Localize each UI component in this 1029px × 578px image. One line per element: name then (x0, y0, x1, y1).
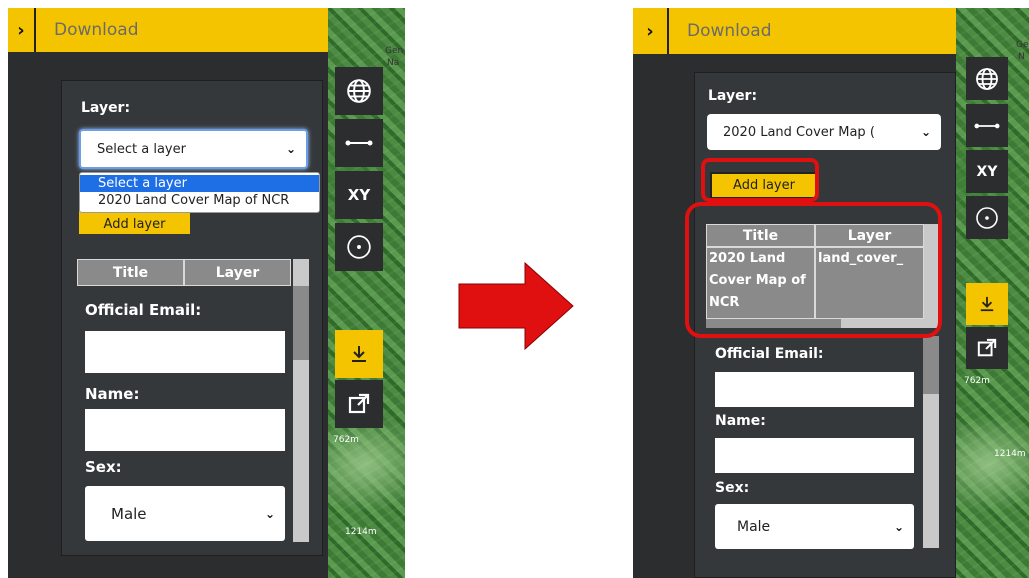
add-layer-label: Add layer (103, 217, 166, 232)
dropdown-option-land-cover[interactable]: 2020 Land Cover Map of NCR (80, 192, 319, 209)
sex-select[interactable]: Male ⌄ (85, 486, 285, 541)
layer-dropdown-list[interactable]: Select a layer 2020 Land Cover Map of NC… (79, 172, 320, 213)
name-field[interactable] (715, 438, 914, 473)
map-label-elevation: 762m (964, 376, 990, 386)
email-label: Official Email: (85, 301, 202, 319)
locate-icon (976, 206, 998, 229)
xy-icon: XY (976, 163, 998, 180)
email-field[interactable] (85, 331, 285, 373)
table-header-title: Title (77, 259, 184, 286)
locate-icon (347, 235, 371, 259)
sex-select[interactable]: Male ⌄ (715, 504, 914, 549)
add-layer-highlight (701, 158, 819, 202)
measure-button[interactable] (335, 119, 383, 167)
layer-label: Layer: (81, 100, 131, 116)
scrollbar-thumb[interactable] (293, 286, 309, 360)
measure-button[interactable] (966, 104, 1008, 147)
measure-icon (345, 140, 373, 146)
download-icon (352, 346, 366, 362)
globe-button[interactable] (335, 67, 383, 115)
globe-icon (347, 79, 371, 103)
form-scrollbar[interactable] (923, 336, 939, 548)
scrollbar-thumb[interactable] (923, 336, 939, 394)
chevron-right-icon: › (17, 19, 25, 41)
name-field[interactable] (85, 409, 285, 451)
download-header: Download (36, 8, 328, 52)
measure-icon (974, 123, 1000, 128)
chevron-down-icon: ⌄ (920, 125, 931, 139)
globe-button[interactable] (966, 57, 1008, 100)
locate-button[interactable] (335, 223, 383, 271)
layer-select-value: 2020 Land Cover Map ( (723, 124, 875, 140)
sex-label: Sex: (715, 480, 750, 496)
open-external-icon (348, 393, 370, 414)
chevron-down-icon: ⌄ (285, 142, 296, 156)
table-header-layer: Layer (184, 259, 291, 286)
map-label-gen: Gen (1016, 40, 1029, 50)
panel-title: Download (54, 20, 139, 40)
chevron-right-icon: › (646, 20, 654, 42)
download-button[interactable] (335, 330, 383, 378)
locate-button[interactable] (966, 196, 1008, 239)
map-label-gen: Gen (385, 46, 404, 56)
xy-icon: XY (347, 186, 371, 204)
open-external-button[interactable] (335, 380, 383, 428)
layer-label: Layer: (708, 88, 758, 104)
layers-table-header: Title Layer (77, 259, 291, 286)
layer-select[interactable]: 2020 Land Cover Map ( ⌄ (707, 114, 941, 150)
layer-select-value: Select a layer (97, 141, 186, 157)
email-label: Official Email: (715, 346, 824, 362)
xy-coordinate-button[interactable]: XY (335, 171, 383, 219)
layers-table-highlight (685, 202, 942, 338)
transition-arrow-icon (458, 261, 574, 351)
map-label-elevation: 1214m (994, 449, 1026, 459)
form-scrollbar[interactable] (293, 259, 309, 542)
layer-select[interactable]: Select a layer ⌄ (79, 129, 308, 169)
map-label-na: N (1018, 52, 1025, 62)
globe-icon (976, 67, 998, 90)
collapse-toggle-button[interactable]: › (8, 8, 36, 52)
before-screenshot: Gen Na 762m 1214m o › Download Layer: Se… (8, 8, 405, 578)
panel-title: Download (687, 21, 772, 41)
name-label: Name: (715, 413, 766, 429)
sex-label: Sex: (85, 458, 122, 476)
sex-select-value: Male (737, 518, 771, 535)
download-button[interactable] (966, 283, 1008, 325)
xy-coordinate-button[interactable]: XY (966, 150, 1008, 193)
map-label-na: Na (387, 58, 400, 68)
map-label-elevation: 762m (333, 435, 359, 445)
open-external-button[interactable] (966, 327, 1008, 369)
map-label-elevation: 1214m (345, 527, 377, 537)
chevron-down-icon: ⌄ (264, 506, 275, 521)
download-header: Download (669, 8, 956, 54)
after-screenshot: Gen N 762m 1214m lo › Download Layer: 20… (633, 8, 1029, 578)
sex-select-value: Male (111, 504, 147, 523)
collapse-toggle-button[interactable]: › (633, 8, 669, 54)
download-icon (980, 296, 994, 312)
dropdown-option-select-layer[interactable]: Select a layer (80, 175, 319, 192)
email-field[interactable] (715, 372, 914, 407)
name-label: Name: (85, 385, 140, 403)
open-external-icon (977, 338, 997, 357)
chevron-down-icon: ⌄ (893, 519, 904, 534)
